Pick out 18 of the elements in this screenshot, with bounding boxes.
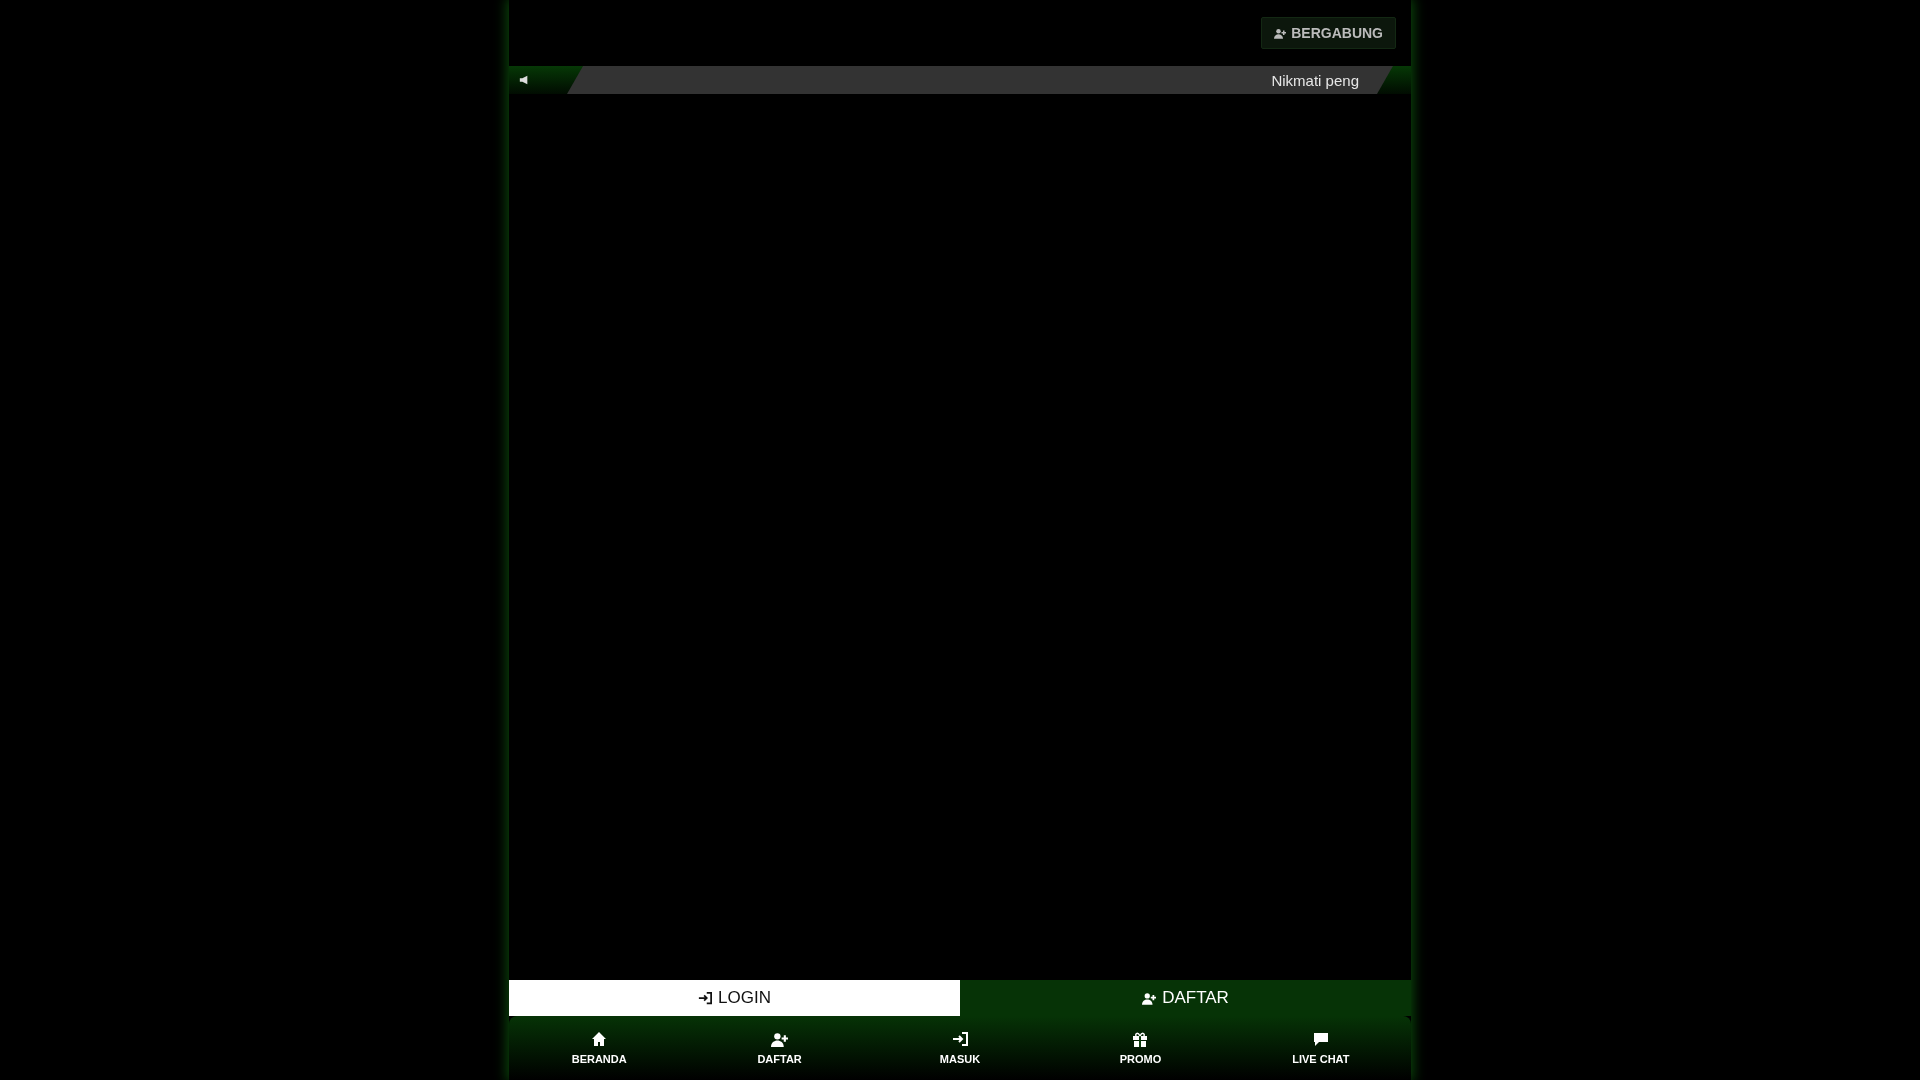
nav-item[interactable]: PROMO	[1050, 1016, 1231, 1080]
join-button[interactable]: BERGABUNG	[1261, 17, 1396, 49]
sign-in-icon	[952, 1031, 968, 1047]
nav-item[interactable]: MASUK	[869, 1016, 1051, 1080]
nav-item[interactable]: LIVE CHAT	[1230, 1016, 1412, 1080]
user-plus-icon	[1274, 27, 1287, 39]
nav-item[interactable]: DAFTAR	[689, 1016, 870, 1080]
user-plus-icon	[1142, 991, 1157, 1005]
gift-icon	[1132, 1031, 1149, 1047]
user-plus-icon	[771, 1031, 789, 1047]
login-button[interactable]: LOGIN	[509, 980, 960, 1016]
megaphone-icon	[519, 75, 529, 85]
sign-in-icon	[698, 991, 713, 1005]
ticker-text: Nikmati peng	[1271, 71, 1359, 89]
register-button[interactable]: DAFTAR	[960, 980, 1411, 1016]
nav-item[interactable]: BERANDA	[509, 1016, 690, 1080]
home-icon	[591, 1031, 608, 1047]
chat-icon	[1312, 1031, 1329, 1047]
